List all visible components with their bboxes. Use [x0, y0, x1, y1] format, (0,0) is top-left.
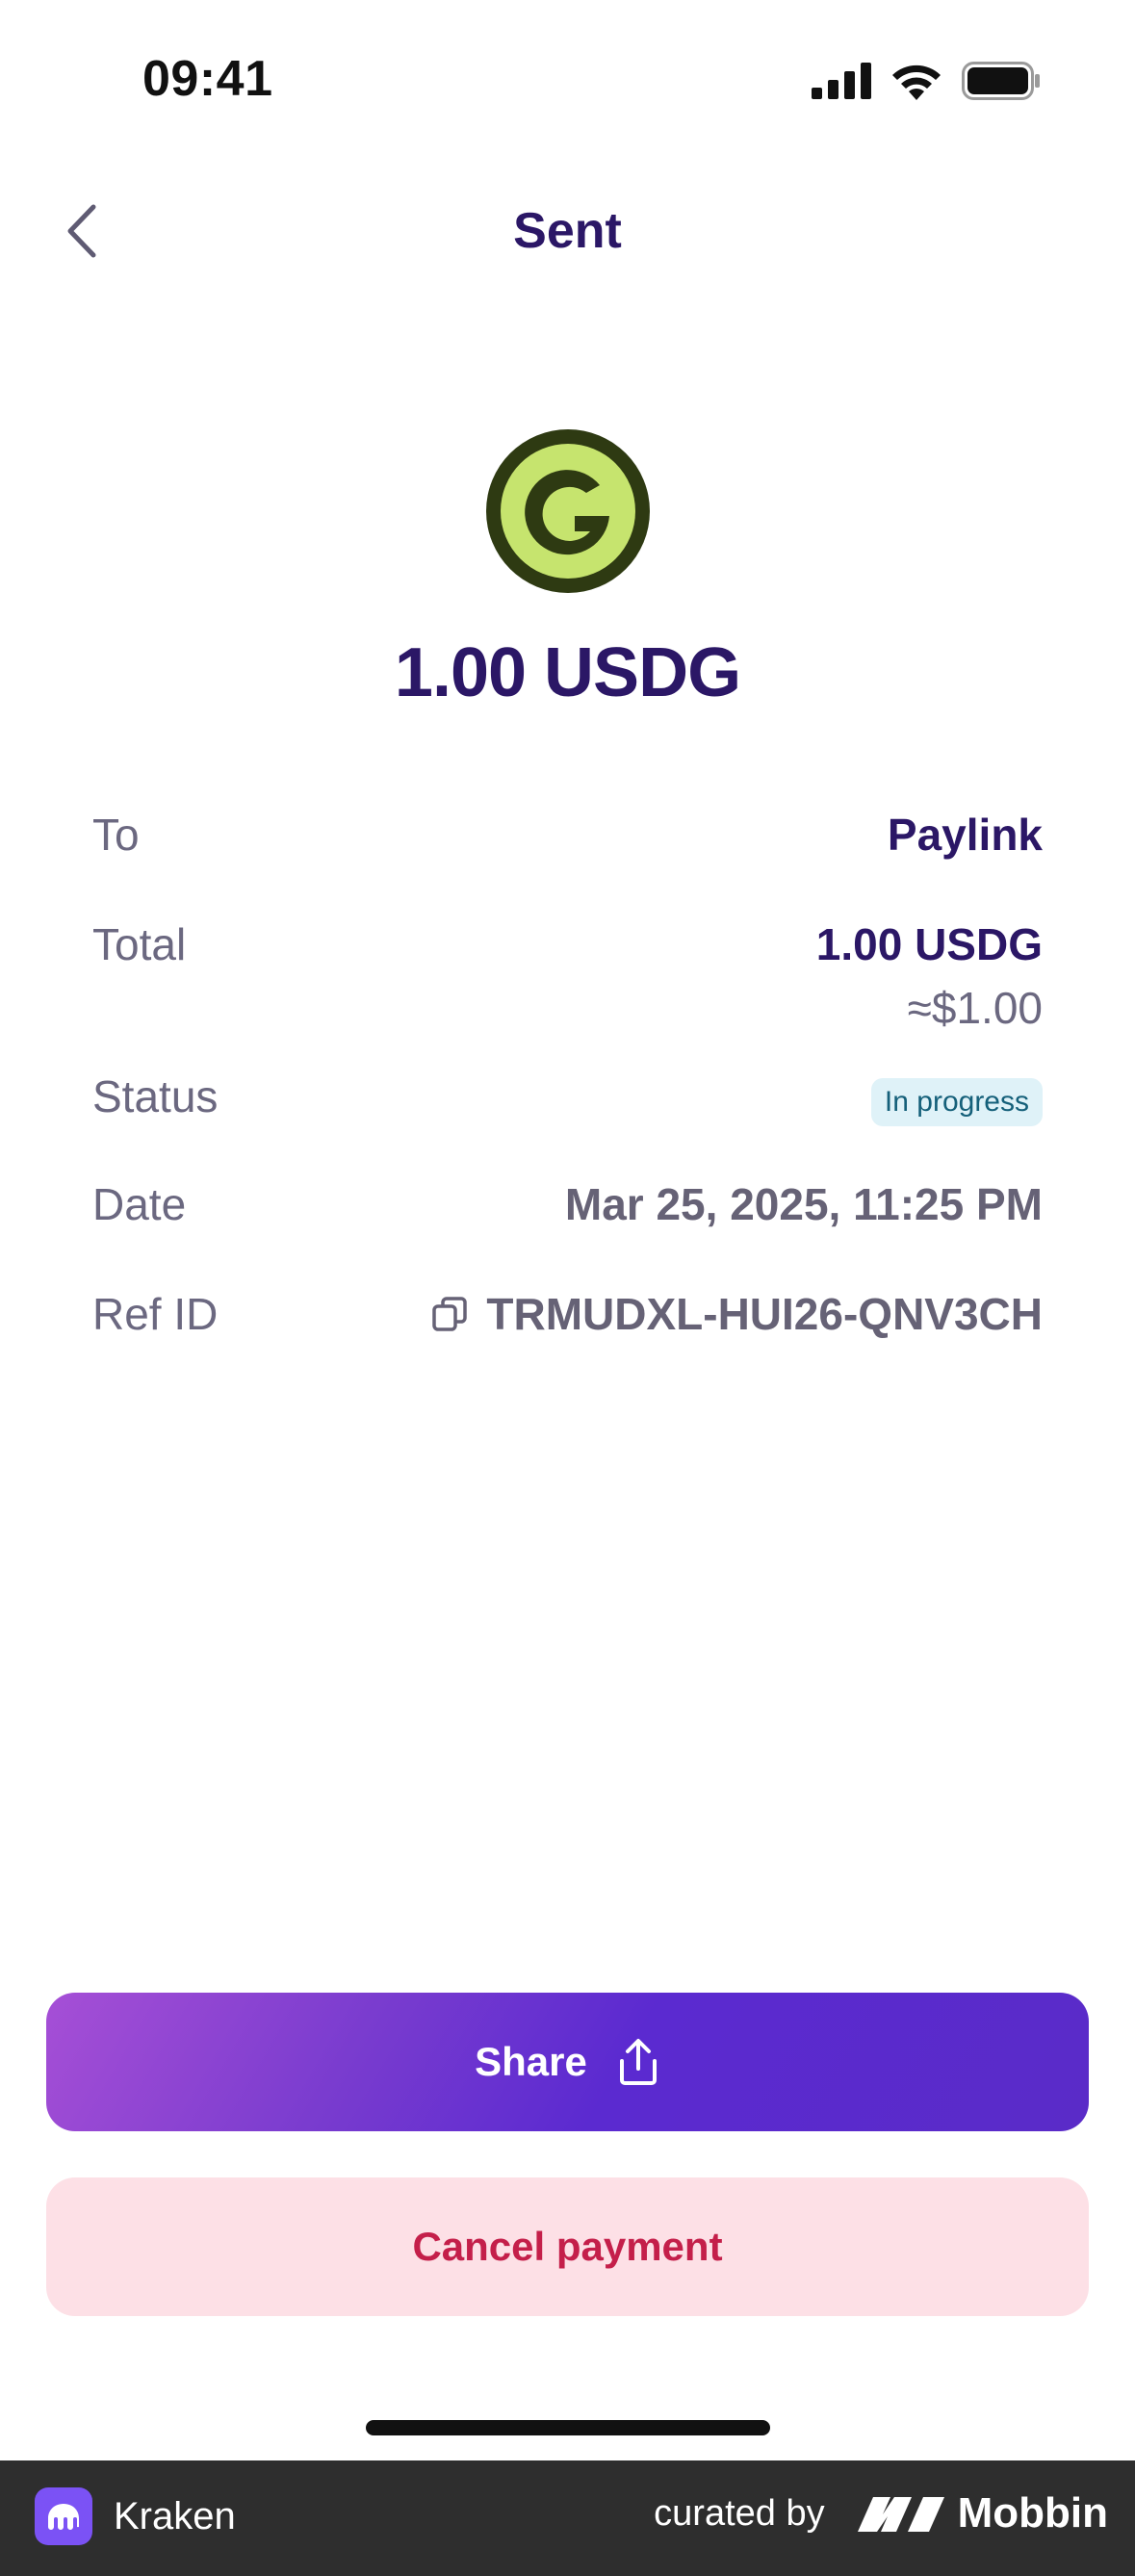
- home-indicator: [366, 2420, 770, 2435]
- date-label: Date: [92, 1179, 187, 1229]
- total-label: Total: [92, 919, 187, 969]
- detail-row-status: Status In progress: [92, 1070, 1043, 1178]
- footer-credit: curated by Mobbin: [654, 2489, 1108, 2537]
- status-label: Status: [92, 1071, 219, 1121]
- detail-row-date: Date Mar 25, 2025, 11:25 PM: [92, 1178, 1043, 1288]
- header: Sent: [0, 183, 1135, 279]
- share-button-label: Share: [475, 2039, 587, 2084]
- asset-amount: 1.00 USDG: [394, 634, 741, 711]
- usdg-logo: [486, 429, 650, 593]
- kraken-logo-icon: [35, 2487, 92, 2545]
- status-badge: In progress: [870, 1078, 1043, 1126]
- status-icons: [812, 62, 1041, 100]
- total-fiat-value: ≈$1.00: [907, 983, 1043, 1033]
- to-value: Paylink: [887, 810, 1043, 860]
- status-time: 09:41: [142, 51, 273, 107]
- wifi-icon: [892, 64, 941, 100]
- share-icon: [619, 2039, 657, 2085]
- mobbin-brand: Mobbin: [857, 2489, 1108, 2537]
- curated-by-text: curated by: [654, 2492, 825, 2534]
- cellular-signal-icon: [812, 63, 871, 99]
- status-bar: 09:41: [0, 0, 1135, 144]
- footer-app-name: Kraken: [114, 2494, 236, 2537]
- page-title: Sent: [513, 203, 622, 259]
- to-label: To: [92, 810, 140, 860]
- copy-icon[interactable]: [430, 1295, 469, 1333]
- ref-id-copy[interactable]: TRMUDXL-HUI26-QNV3CH: [430, 1288, 1043, 1340]
- footer-app: Kraken: [35, 2487, 236, 2545]
- date-value: Mar 25, 2025, 11:25 PM: [564, 1179, 1043, 1229]
- footer-bar: Kraken curated by Mobbin: [0, 2460, 1135, 2576]
- usdg-coin-icon: [486, 429, 650, 593]
- mobbin-name: Mobbin: [957, 2489, 1108, 2537]
- transaction-details: To Paylink Total 1.00 USDG ≈$1.00 Status…: [92, 809, 1043, 1353]
- ref-label: Ref ID: [92, 1289, 219, 1339]
- share-button[interactable]: Share: [46, 1993, 1089, 2131]
- kraken-glyph-icon: [48, 2504, 79, 2530]
- cancel-payment-label: Cancel payment: [412, 2224, 723, 2269]
- total-value: 1.00 USDG: [815, 919, 1043, 969]
- mobbin-logo-icon: [857, 2497, 944, 2532]
- battery-icon: [962, 62, 1040, 100]
- screen: 09:41 Sent 1.00 USDG To Paylink Total 1.…: [0, 0, 1135, 2576]
- ref-id-value: TRMUDXL-HUI26-QNV3CH: [486, 1289, 1043, 1339]
- detail-row-ref: Ref ID TRMUDXL-HUI26-QNV3CH: [92, 1288, 1043, 1375]
- detail-row-total: Total 1.00 USDG ≈$1.00: [92, 918, 1043, 1072]
- detail-row-to: To Paylink: [92, 809, 1043, 895]
- cancel-payment-button[interactable]: Cancel payment: [46, 2177, 1089, 2316]
